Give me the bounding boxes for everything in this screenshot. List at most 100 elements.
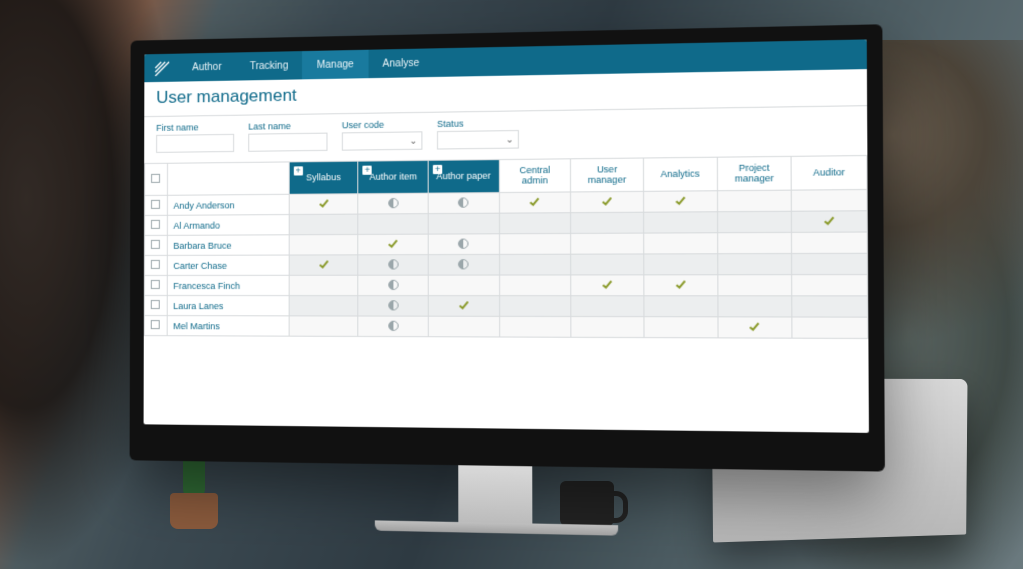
row-checkbox[interactable] (144, 296, 166, 316)
role-cell-author-paper[interactable] (428, 275, 499, 296)
role-cell-user-manager[interactable] (571, 233, 644, 254)
role-cell-author-paper[interactable] (428, 193, 499, 214)
role-cell-syllabus[interactable] (289, 316, 358, 337)
col-header-author-paper[interactable]: +Author paper (428, 160, 499, 194)
filter-last-name-label: Last name (248, 120, 327, 131)
role-cell-auditor[interactable] (792, 275, 868, 296)
role-cell-syllabus[interactable] (289, 255, 358, 275)
check-icon (387, 238, 398, 249)
filter-user-code: User code ⌄ (342, 119, 423, 151)
role-cell-syllabus[interactable] (289, 234, 358, 255)
checkbox-icon (151, 280, 160, 289)
role-cell-central-admin[interactable] (499, 233, 571, 254)
role-cell-project-mgr[interactable] (717, 232, 792, 253)
role-cell-project-mgr[interactable] (717, 275, 792, 296)
role-cell-analytics[interactable] (644, 191, 718, 212)
role-cell-analytics[interactable] (644, 317, 718, 338)
row-checkbox[interactable] (145, 215, 167, 235)
role-cell-author-paper[interactable] (428, 254, 499, 275)
filter-last-name: Last name (248, 120, 327, 151)
role-cell-analytics[interactable] (644, 212, 718, 233)
check-icon (318, 198, 329, 209)
expand-icon: + (363, 166, 372, 175)
role-cell-analytics[interactable] (644, 275, 718, 296)
role-cell-project-mgr[interactable] (717, 254, 792, 275)
filter-first-name-input[interactable] (156, 134, 234, 153)
role-cell-central-admin[interactable] (499, 192, 571, 213)
checkbox-icon (151, 300, 160, 309)
role-cell-author-item[interactable] (358, 255, 428, 276)
role-cell-analytics[interactable] (644, 233, 718, 254)
role-cell-syllabus[interactable] (289, 214, 358, 235)
role-cell-author-item[interactable] (358, 296, 428, 317)
col-header-syllabus[interactable]: +Syllabus (289, 161, 358, 194)
role-cell-user-manager[interactable] (571, 191, 644, 212)
role-cell-analytics[interactable] (644, 254, 718, 275)
role-cell-user-manager[interactable] (571, 254, 644, 275)
check-icon (529, 196, 541, 207)
role-cell-auditor[interactable] (792, 253, 868, 274)
row-checkbox[interactable] (144, 316, 166, 336)
role-cell-author-paper[interactable] (428, 234, 499, 255)
role-cell-author-item[interactable] (358, 316, 428, 337)
col-header-project-mgr: Project manager (717, 156, 792, 190)
role-cell-user-manager[interactable] (571, 316, 644, 337)
role-cell-project-mgr[interactable] (718, 317, 793, 338)
role-cell-user-manager[interactable] (571, 212, 644, 233)
filter-status: Status ⌄ (437, 118, 519, 150)
check-icon (458, 299, 470, 310)
role-cell-auditor[interactable] (792, 232, 868, 253)
check-icon (674, 278, 686, 290)
role-cell-author-item[interactable] (358, 193, 428, 214)
col-header-auditor: Auditor (791, 156, 867, 191)
role-cell-auditor[interactable] (791, 190, 867, 212)
nav-tab-author[interactable]: Author (178, 52, 236, 81)
nav-tab-manage[interactable]: Manage (302, 50, 368, 80)
role-cell-central-admin[interactable] (499, 296, 571, 317)
col-header-label: Project manager (724, 163, 784, 184)
filter-user-code-select[interactable]: ⌄ (342, 131, 423, 150)
role-cell-project-mgr[interactable] (717, 211, 792, 232)
role-cell-central-admin[interactable] (499, 213, 571, 234)
check-icon (674, 195, 686, 207)
role-cell-author-item[interactable] (358, 275, 428, 296)
role-cell-project-mgr[interactable] (717, 190, 792, 212)
role-cell-author-paper[interactable] (428, 213, 499, 234)
role-cell-syllabus[interactable] (289, 194, 358, 215)
role-cell-auditor[interactable] (792, 296, 868, 317)
filter-bar: First name Last name User code ⌄ Status … (144, 106, 867, 163)
role-cell-project-mgr[interactable] (717, 296, 792, 317)
role-cell-syllabus[interactable] (289, 275, 358, 295)
user-name-cell[interactable]: Mel Martins (167, 316, 289, 337)
role-cell-user-manager[interactable] (571, 296, 644, 317)
nav-tab-tracking[interactable]: Tracking (236, 51, 303, 80)
user-name-cell[interactable]: Barbara Bruce (167, 235, 289, 256)
filter-status-select[interactable]: ⌄ (437, 130, 519, 150)
role-cell-auditor[interactable] (792, 317, 868, 338)
role-cell-auditor[interactable] (792, 211, 868, 233)
role-cell-author-paper[interactable] (428, 316, 499, 337)
col-header-author-item[interactable]: +Author item (358, 160, 428, 193)
role-cell-syllabus[interactable] (289, 296, 358, 316)
user-name-cell[interactable]: Al Armando (167, 215, 289, 236)
role-cell-analytics[interactable] (644, 296, 718, 317)
row-checkbox[interactable] (144, 275, 166, 295)
nav-tab-analyse[interactable]: Analyse (368, 48, 434, 78)
role-cell-user-manager[interactable] (571, 275, 644, 296)
role-cell-central-admin[interactable] (499, 275, 571, 296)
row-checkbox[interactable] (144, 255, 166, 275)
checkbox-icon (151, 200, 160, 209)
select-all-header[interactable] (145, 163, 167, 195)
user-name-cell[interactable]: Andy Anderson (167, 194, 289, 215)
filter-last-name-input[interactable] (248, 133, 327, 152)
role-cell-author-paper[interactable] (428, 296, 499, 317)
row-checkbox[interactable] (145, 195, 167, 215)
user-name-cell[interactable]: Laura Lanes (167, 296, 289, 316)
row-checkbox[interactable] (144, 235, 166, 255)
user-name-cell[interactable]: Francesca Finch (167, 275, 289, 295)
role-cell-author-item[interactable] (358, 214, 428, 235)
role-cell-author-item[interactable] (358, 234, 428, 255)
user-name-cell[interactable]: Carter Chase (167, 255, 289, 275)
role-cell-central-admin[interactable] (499, 254, 571, 275)
role-cell-central-admin[interactable] (499, 316, 571, 337)
